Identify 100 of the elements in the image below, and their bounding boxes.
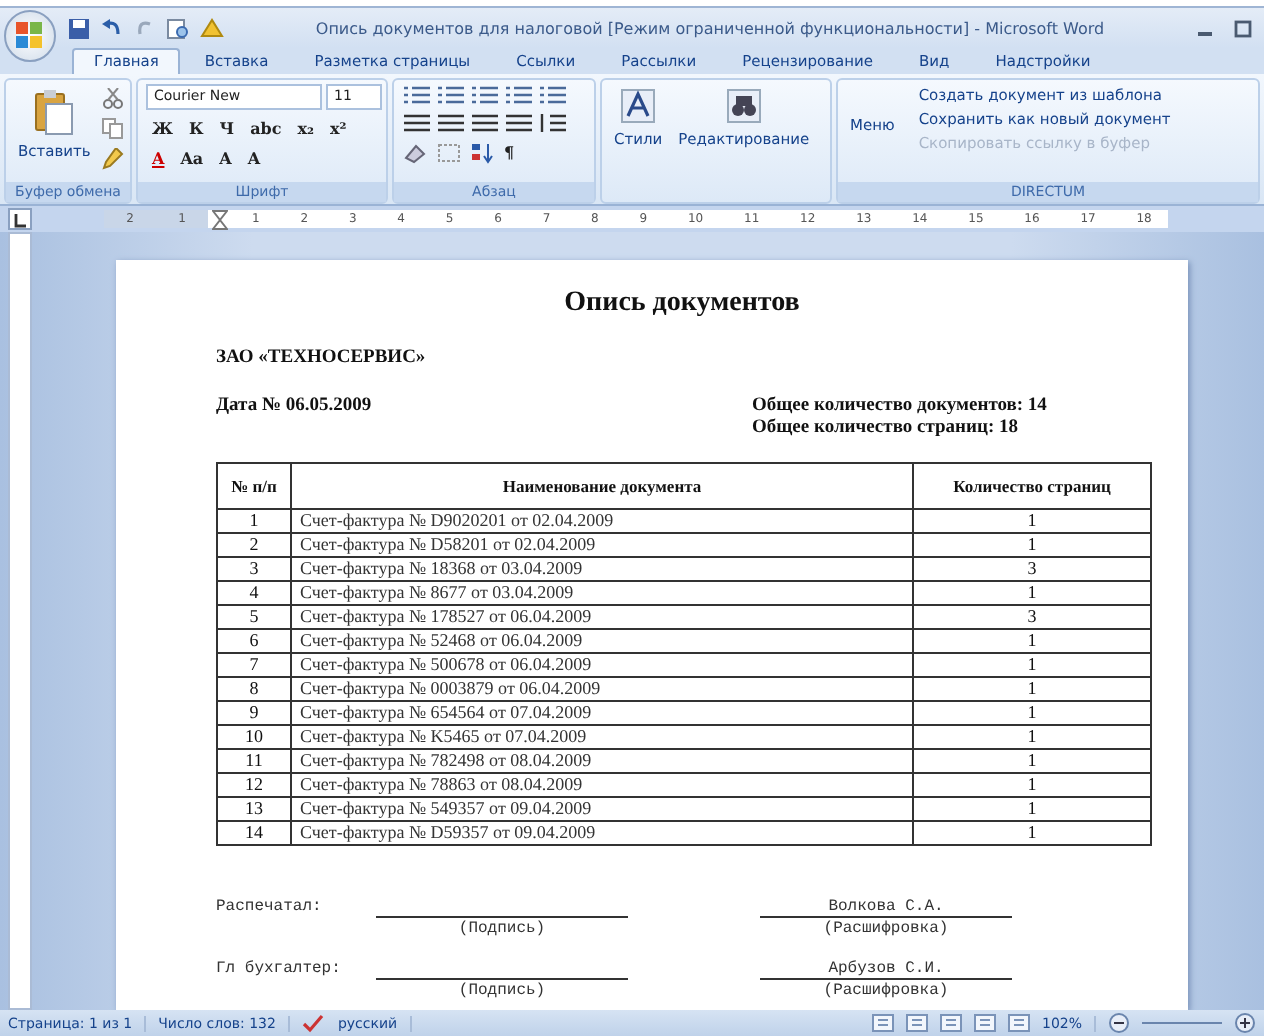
list-icon[interactable]: [538, 84, 568, 106]
table-cell: 1: [217, 509, 291, 533]
view-mode-icon[interactable]: [939, 1014, 962, 1032]
save-icon[interactable]: [68, 17, 90, 39]
table-cell: Счет-фактура № 178527 от 06.04.2009: [291, 605, 913, 629]
document-date: Дата № 06.05.2009: [216, 396, 374, 420]
table-cell: Счет-фактура № K5465 от 07.04.2009: [291, 725, 913, 749]
brush-icon[interactable]: [102, 148, 125, 170]
table-cell: 3: [913, 605, 1151, 629]
table-cell: 1: [913, 821, 1151, 845]
table-cell: 5: [217, 605, 291, 629]
office-button[interactable]: [4, 10, 56, 62]
table-cell: 14: [217, 821, 291, 845]
signature-role: Гл бухгалтер:: [216, 960, 343, 978]
table-cell: 1: [913, 749, 1151, 773]
list-icon[interactable]: [504, 84, 534, 106]
signature-caption: (Расшифровка): [823, 980, 949, 1002]
column-header: Наименование документа: [291, 463, 913, 509]
align-icon[interactable]: [470, 112, 500, 134]
table-cell: 1: [913, 653, 1151, 677]
align-icon[interactable]: [504, 112, 534, 134]
table-cell: 1: [913, 581, 1151, 605]
table-cell: 12: [217, 773, 291, 797]
total-line: Общее количество страниц: 18: [752, 418, 1020, 438]
table-cell: 8: [217, 677, 291, 701]
table-cell: Счет-фактура № 78863 от 08.04.2009: [291, 773, 913, 797]
binoculars-icon: [725, 88, 762, 124]
table-cell: 11: [217, 749, 291, 773]
view-mode-icon[interactable]: [973, 1014, 996, 1032]
table-cell: Счет-фактура № 18368 от 03.04.2009: [291, 557, 913, 581]
format-button[interactable]: x²: [324, 116, 353, 140]
undo-icon[interactable]: [100, 17, 124, 39]
table-cell: 1: [913, 509, 1151, 533]
total-line: Общее количество документов: 14: [752, 396, 1047, 416]
view-mode-icon[interactable]: [871, 1014, 894, 1032]
table-cell: Счет-фактура № 0003879 от 06.04.2009: [291, 677, 913, 701]
column-header: № п/п: [217, 463, 291, 509]
signature-caption: (Расшифровка): [823, 918, 949, 940]
window-title: Опись документов для налоговой [Режим ограниченной функциональности] - Microsoft Word: [313, 19, 1107, 37]
table-cell: 3: [913, 557, 1151, 581]
table-cell: 1: [913, 797, 1151, 821]
sort-icon[interactable]: [470, 141, 494, 163]
print-preview-icon[interactable]: [166, 17, 190, 39]
table-cell: 1: [913, 701, 1151, 725]
table-cell: 1: [913, 629, 1151, 653]
table-cell: Счет-фактура № 782498 от 08.04.2009: [291, 749, 913, 773]
table-cell: 10: [217, 725, 291, 749]
maximize-icon[interactable]: [1234, 19, 1252, 37]
list-icon[interactable]: [436, 84, 466, 106]
format-button[interactable]: Aa: [174, 146, 210, 170]
format-button[interactable]: x₂: [291, 116, 321, 140]
company-name: ЗАО «ТЕХНОСЕРВИС»: [216, 348, 428, 368]
table-cell: Счет-фактура № 8677 от 03.04.2009: [291, 581, 913, 605]
table-cell: Счет-фактура № 654564 от 07.04.2009: [291, 701, 913, 725]
format-button[interactable]: abc: [244, 116, 288, 140]
styles-icon: [620, 88, 657, 124]
format-button[interactable]: К: [183, 116, 210, 140]
format-button[interactable]: A: [146, 146, 171, 170]
signature-role: Распечатал:: [216, 898, 324, 916]
table-cell: 7: [217, 653, 291, 677]
format-button[interactable]: Ч: [213, 116, 241, 140]
table-cell: Счет-фактура № D9020201 от 02.04.2009: [291, 509, 913, 533]
line-spacing-icon[interactable]: [538, 112, 568, 134]
column-header: Количество страниц: [913, 463, 1151, 509]
tab-selector[interactable]: [8, 208, 32, 230]
table-cell: 6: [217, 629, 291, 653]
align-icon[interactable]: [402, 112, 432, 134]
list-icon[interactable]: [402, 84, 432, 106]
table-cell: 1: [913, 677, 1151, 701]
table-cell: Счет-фактура № 500678 от 06.04.2009: [291, 653, 913, 677]
format-button[interactable]: A: [213, 146, 238, 170]
indent-marker-icon[interactable]: [212, 209, 228, 229]
table-cell: 4: [217, 581, 291, 605]
table-cell: 1: [913, 773, 1151, 797]
pilcrow-button[interactable]: ¶: [498, 140, 521, 164]
table-cell: 2: [217, 533, 291, 557]
table-cell: 9: [217, 701, 291, 725]
align-icon[interactable]: [436, 112, 466, 134]
clipboard-icon: [32, 88, 77, 136]
table-cell: Счет-фактура № 549357 от 09.04.2009: [291, 797, 913, 821]
signature-caption: (Подпись): [458, 980, 546, 1002]
table-cell: 1: [913, 533, 1151, 557]
copy-icon[interactable]: [102, 118, 125, 140]
zoom-out-icon[interactable]: [1108, 1012, 1130, 1034]
signer-name: Арбузов С.И.: [760, 960, 1012, 980]
cut-icon[interactable]: [102, 88, 125, 110]
list-icon[interactable]: [470, 84, 500, 106]
proofing-icon[interactable]: [301, 1013, 326, 1033]
table-cell: 1: [913, 725, 1151, 749]
table-cell: Счет-фактура № D58201 от 02.04.2009: [291, 533, 913, 557]
view-mode-icon[interactable]: [905, 1014, 928, 1032]
signer-name: Волкова С.А.: [760, 898, 1012, 918]
view-mode-icon[interactable]: [1007, 1014, 1030, 1032]
zoom-in-icon[interactable]: [1234, 1012, 1256, 1034]
table-cell: Счет-фактура № 52468 от 06.04.2009: [291, 629, 913, 653]
table-cell: 3: [217, 557, 291, 581]
document-title: Опись документов: [562, 288, 802, 320]
signature-caption: (Подпись): [458, 918, 546, 940]
format-button[interactable]: A: [241, 146, 267, 170]
format-button[interactable]: Ж: [146, 116, 179, 140]
